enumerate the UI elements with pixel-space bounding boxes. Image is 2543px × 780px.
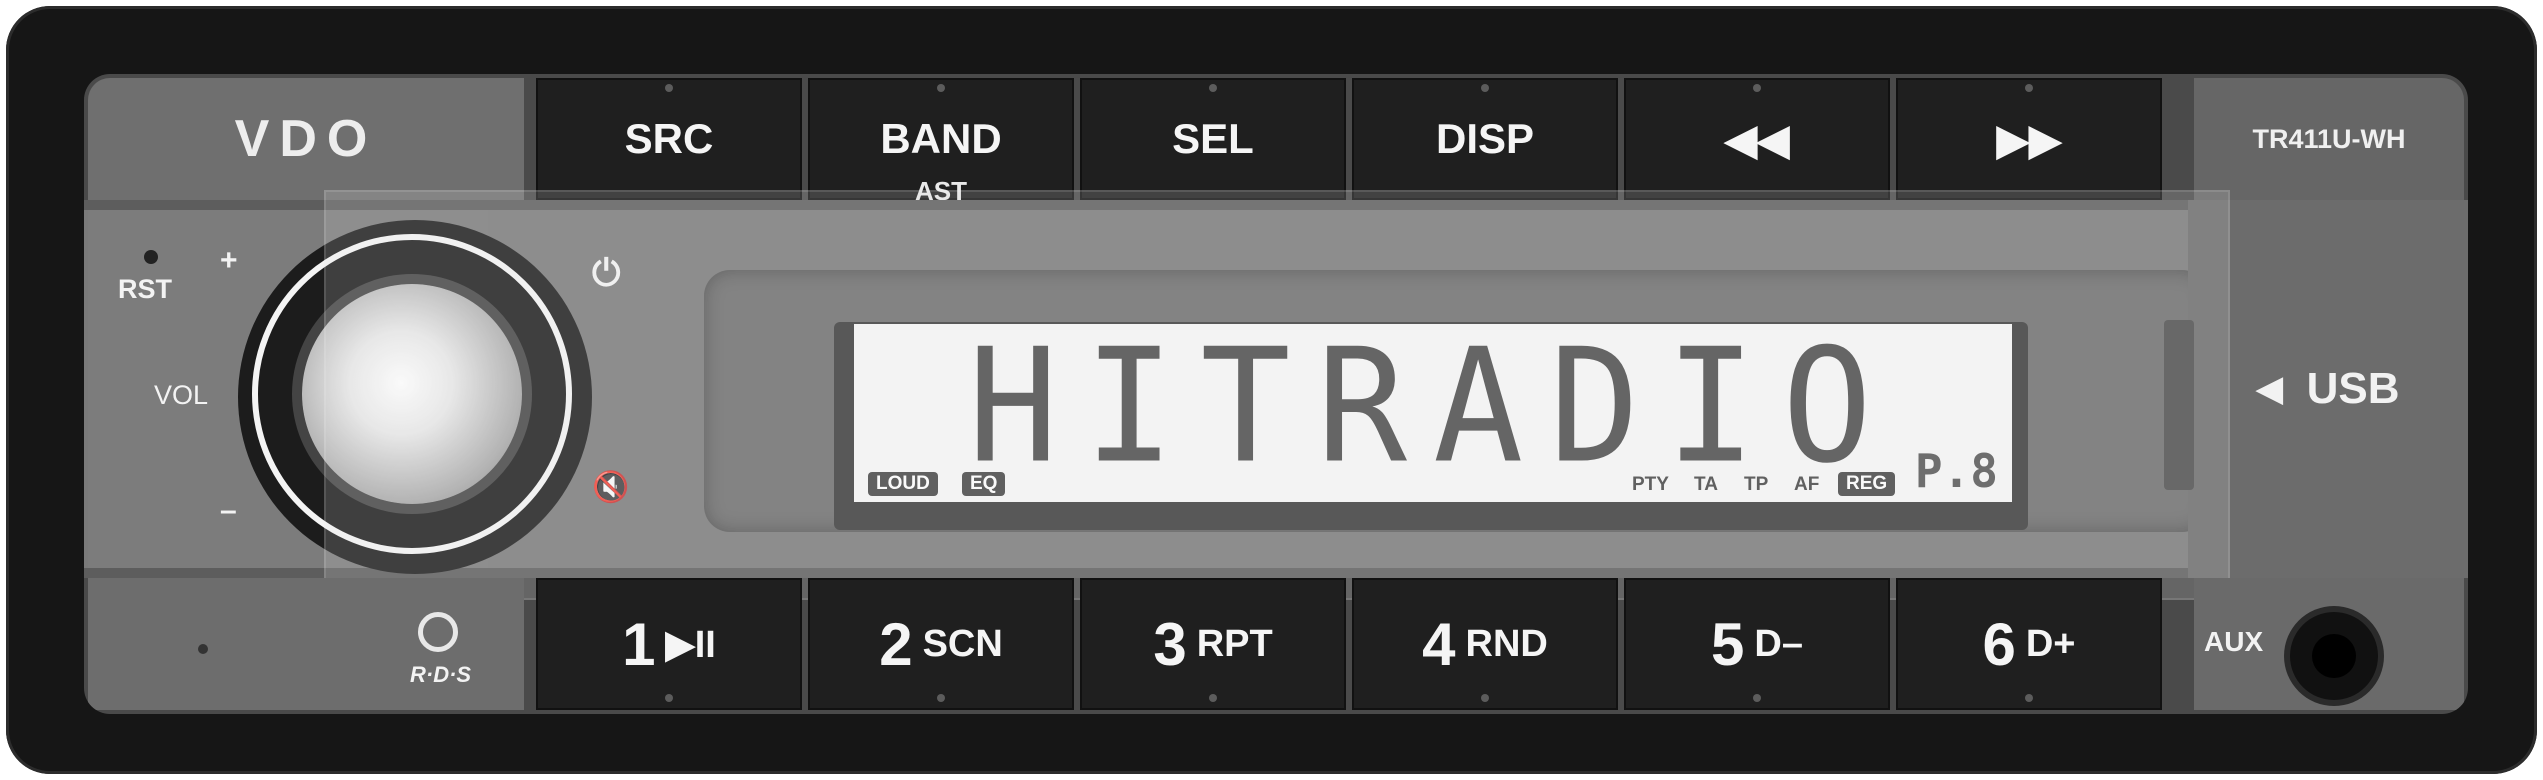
seek-forward-button[interactable]: ▶▶ — [1896, 78, 2162, 200]
indicator-dot — [1209, 694, 1217, 702]
preset-1-button[interactable]: 1 ▶II — [536, 578, 802, 710]
preset-number: 2 — [879, 610, 913, 678]
rds-label: R·D·S — [410, 662, 472, 687]
indicator-dot — [1753, 694, 1761, 702]
rds-logo-icon — [418, 612, 458, 652]
indicator-dot — [1481, 694, 1489, 702]
usb-arrow-icon: ◀ — [2256, 370, 2283, 408]
aux-label: AUX — [2204, 626, 2264, 657]
volume-plus-label: + — [220, 244, 238, 277]
sel-button[interactable]: SEL — [1080, 78, 1346, 200]
sel-label: SEL — [1172, 115, 1254, 162]
reset-hole[interactable] — [144, 250, 158, 264]
preset-3-button[interactable]: 3 RPT — [1080, 578, 1346, 710]
preset-function: D+ — [2025, 622, 2076, 665]
disp-button[interactable]: DISP — [1352, 78, 1618, 200]
reset-label: RST — [118, 274, 172, 304]
rewind-icon: ◀◀ — [1724, 115, 1790, 163]
volume-label: VOL — [154, 380, 209, 410]
preset-number: 6 — [1982, 610, 2016, 678]
indicator-dot — [2025, 694, 2033, 702]
brand-logo: VDO — [88, 78, 524, 200]
mic-hole — [198, 644, 208, 654]
play-pause-icon: ▶II — [665, 623, 716, 666]
src-label: SRC — [624, 115, 714, 162]
indicator-dot — [665, 84, 673, 92]
indicator-dot — [1209, 84, 1217, 92]
faceplate: VDO SRC BAND AST SEL DISP ◀◀ ▶▶ TR411U-WH… — [84, 74, 2468, 714]
indicator-dot — [937, 84, 945, 92]
usb-panel: ◀ USB — [2188, 200, 2468, 578]
seek-back-button[interactable]: ◀◀ — [1624, 78, 1890, 200]
radio-housing: VDO SRC BAND AST SEL DISP ◀◀ ▶▶ TR411U-WH… — [6, 6, 2537, 774]
preset-number: 4 — [1422, 610, 1456, 678]
indicator-dot — [665, 694, 673, 702]
aux-panel: AUX — [2194, 578, 2464, 710]
aux-jack[interactable] — [2290, 612, 2378, 700]
preset-2-button[interactable]: 2 SCN — [808, 578, 1074, 710]
preset-6-button[interactable]: 6 D+ — [1896, 578, 2162, 710]
usb-label: USB — [2306, 364, 2400, 413]
band-button[interactable]: BAND AST — [808, 78, 1074, 206]
preset-function: RPT — [1196, 622, 1273, 665]
preset-function: SCN — [922, 622, 1003, 665]
model-label: TR411U-WH — [2194, 78, 2464, 200]
preset-function: RND — [1465, 622, 1548, 665]
preset-number: 3 — [1153, 610, 1187, 678]
fast-forward-icon: ▶▶ — [1996, 115, 2062, 163]
indicator-dot — [2025, 84, 2033, 92]
indicator-dot — [1753, 84, 1761, 92]
indicator-dot — [937, 694, 945, 702]
src-button[interactable]: SRC — [536, 78, 802, 200]
preset-4-button[interactable]: 4 RND — [1352, 578, 1618, 710]
disp-label: DISP — [1435, 115, 1535, 162]
preset-number: 5 — [1711, 610, 1745, 678]
highlight-overlay — [324, 190, 2230, 600]
rds-panel: R·D·S — [88, 578, 524, 710]
volume-minus-label: – — [220, 494, 237, 527]
preset-function: D– — [1754, 622, 1803, 665]
band-label: BAND — [880, 115, 1002, 162]
indicator-dot — [1481, 84, 1489, 92]
preset-number: 1 — [622, 610, 656, 678]
brand-text: VDO — [234, 110, 378, 168]
preset-5-button[interactable]: 5 D– — [1624, 578, 1890, 710]
